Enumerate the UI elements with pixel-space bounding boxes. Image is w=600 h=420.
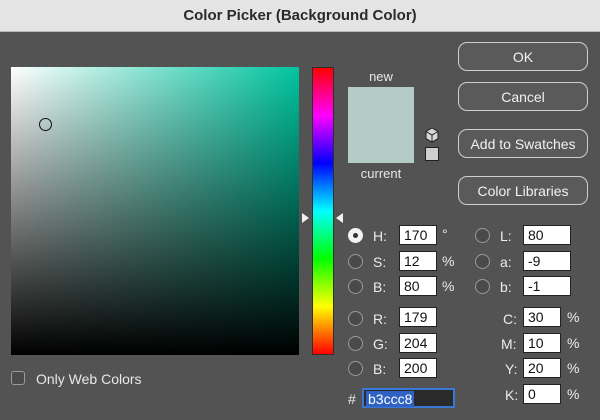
new-label: new [369, 69, 393, 84]
saturation-unit: % [442, 253, 455, 269]
lightness-label: L: [500, 228, 512, 244]
lightness-input[interactable]: 80 [523, 225, 571, 245]
hue-label: H: [373, 228, 387, 244]
saturation-label: S: [373, 254, 387, 270]
cyan-label: C: [503, 311, 517, 327]
hue-slider[interactable] [312, 67, 334, 355]
hue-unit: ° [442, 226, 448, 242]
brightness-radio[interactable] [348, 279, 363, 294]
b-channel-input[interactable]: -1 [523, 276, 571, 296]
hue-slider-left-arrow[interactable] [302, 213, 309, 223]
yellow-unit: % [567, 360, 580, 376]
saturation-radio[interactable] [348, 254, 363, 269]
web-safe-swatch[interactable] [425, 147, 439, 161]
blue-label: B: [373, 361, 387, 377]
magenta-input[interactable]: 10 [523, 333, 561, 353]
b-channel-radio[interactable] [475, 279, 490, 294]
brightness-label: B: [373, 279, 387, 295]
red-input[interactable]: 179 [399, 307, 437, 327]
current-label: current [360, 166, 402, 181]
current-color-swatch[interactable] [348, 125, 414, 163]
brightness-unit: % [442, 278, 455, 294]
key-black-label: K: [505, 387, 519, 403]
key-black-unit: % [567, 386, 580, 402]
new-color-swatch [348, 87, 414, 125]
color-libraries-button[interactable]: Color Libraries [458, 176, 588, 205]
cyan-input[interactable]: 30 [523, 307, 561, 327]
brightness-input[interactable]: 80 [399, 276, 437, 296]
cyan-unit: % [567, 309, 580, 325]
color-field-marker[interactable] [39, 118, 52, 131]
b-channel-label: b: [500, 279, 512, 295]
hue-slider-right-arrow[interactable] [336, 213, 343, 223]
hue-radio[interactable] [348, 228, 363, 243]
green-label: G: [373, 336, 388, 352]
cancel-button[interactable]: Cancel [458, 82, 588, 111]
color-field[interactable] [11, 67, 299, 355]
hex-input[interactable]: b3ccc8 [362, 388, 455, 408]
red-label: R: [373, 311, 387, 327]
cube-icon[interactable] [424, 127, 440, 143]
key-black-input[interactable]: 0 [523, 384, 561, 404]
a-channel-label: a: [500, 254, 512, 270]
hue-input[interactable]: 170 [399, 225, 437, 245]
add-to-swatches-button[interactable]: Add to Swatches [458, 129, 588, 158]
magenta-label: M: [501, 336, 517, 352]
only-web-colors-label[interactable]: Only Web Colors [36, 371, 142, 387]
saturation-input[interactable]: 12 [399, 251, 437, 271]
a-channel-radio[interactable] [475, 254, 490, 269]
green-radio[interactable] [348, 336, 363, 351]
only-web-colors-checkbox[interactable] [11, 371, 25, 385]
red-radio[interactable] [348, 311, 363, 326]
green-input[interactable]: 204 [399, 333, 437, 353]
blue-input[interactable]: 200 [399, 358, 437, 378]
a-channel-input[interactable]: -9 [523, 251, 571, 271]
magenta-unit: % [567, 335, 580, 351]
lightness-radio[interactable] [475, 228, 490, 243]
blue-radio[interactable] [348, 361, 363, 376]
hex-value[interactable]: b3ccc8 [366, 391, 415, 407]
hex-label: # [348, 391, 356, 407]
ok-button[interactable]: OK [458, 42, 588, 71]
yellow-input[interactable]: 20 [523, 358, 561, 378]
yellow-label: Y: [505, 361, 518, 377]
window-title: Color Picker (Background Color) [183, 7, 417, 24]
title-bar: Color Picker (Background Color) [0, 0, 600, 32]
